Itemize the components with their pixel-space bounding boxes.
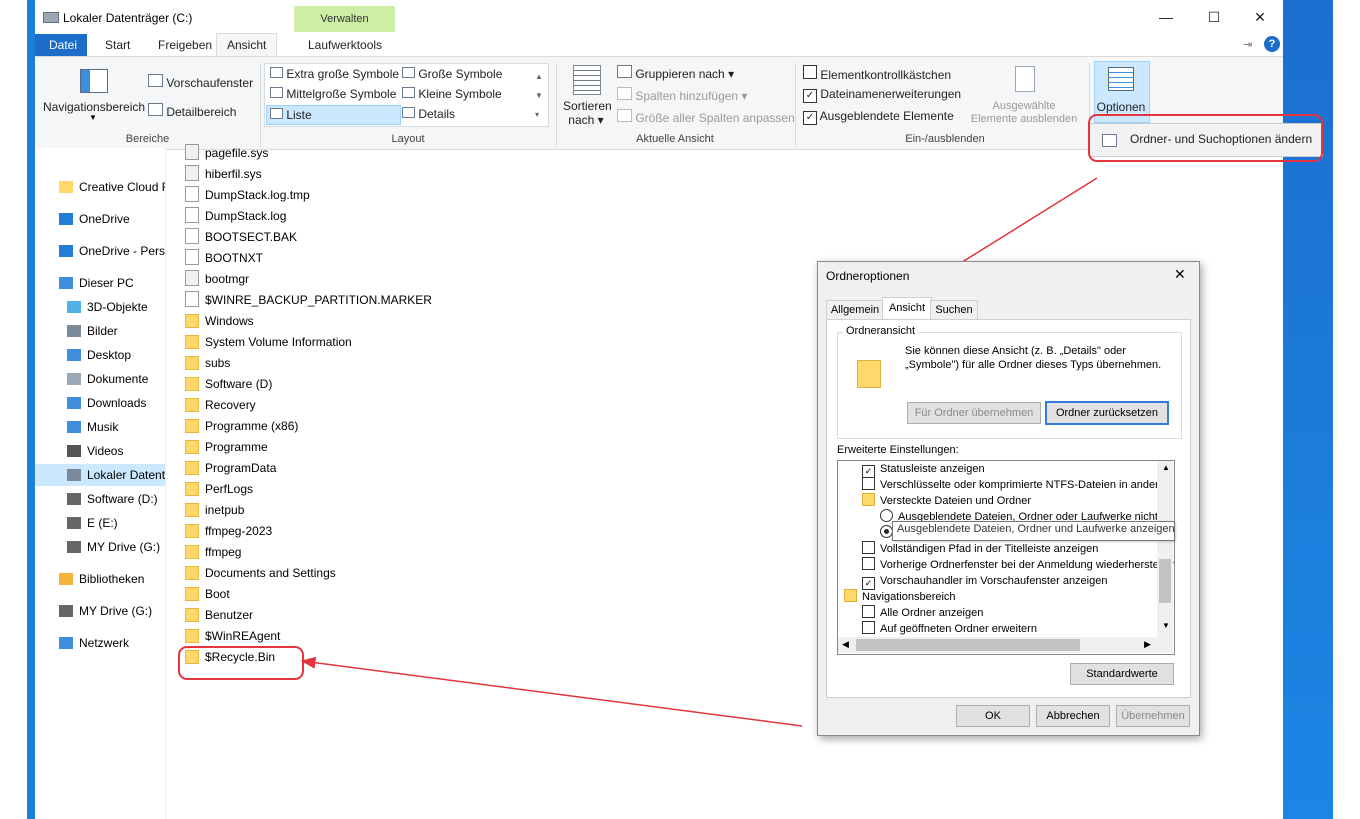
navigation-pane-icon <box>844 589 857 602</box>
folder-icon <box>862 493 875 506</box>
advanced-settings-label: Erweiterte Einstellungen: <box>837 444 959 456</box>
scroll-down-icon[interactable]: ▼ <box>1162 621 1170 630</box>
advanced-settings-list: ✓ Statusleiste anzeigen Verschlüsselte ode… <box>837 460 1175 655</box>
scroll-right-icon[interactable]: ▶ <box>1144 639 1151 650</box>
desktop-background-left <box>27 0 35 819</box>
folder-view-label: Ordneransicht <box>843 325 919 337</box>
apply-button[interactable]: Übernehmen <box>1116 705 1190 727</box>
setting-row[interactable]: Versteckte Dateien und Ordner <box>862 493 1031 509</box>
dialog-tab-ansicht[interactable]: Ansicht <box>882 297 932 320</box>
setting-checkbox[interactable] <box>862 557 875 570</box>
setting-tooltip-text: Ausgeblendete Dateien, Ordner und Laufwe… <box>897 523 1175 535</box>
dialog-tab-suchen[interactable]: Suchen <box>930 300 978 320</box>
setting-label: Vorherige Ordnerfenster bei der Anmeldun… <box>880 559 1175 571</box>
setting-label: Vollständigen Pfad in der Titelleiste an… <box>880 543 1099 555</box>
reset-folders-button[interactable]: Ordner zurücksetzen <box>1045 401 1169 425</box>
setting-checkbox[interactable] <box>862 605 875 618</box>
setting-checkbox[interactable] <box>862 621 875 634</box>
dialog-tab-panel: Ordneransicht Sie können diese Ansicht (… <box>826 319 1191 698</box>
scroll-thumb[interactable] <box>1159 559 1171 603</box>
setting-label: Vorschauhandler im Vorschaufenster anzei… <box>880 575 1108 587</box>
folder-options-dialog: Ordneroptionen ✕ Allgemein Ansicht Suche… <box>817 261 1200 736</box>
setting-row[interactable]: Verschlüsselte oder komprimierte NTFS-Da… <box>862 477 1169 493</box>
setting-row[interactable]: Navigationsbereich <box>844 589 956 605</box>
setting-label: Verschlüsselte oder komprimierte NTFS-Da… <box>880 479 1169 491</box>
apply-to-folders-button[interactable]: Für Ordner übernehmen <box>907 402 1041 424</box>
arrow-to-recycle-bin <box>300 656 803 727</box>
dialog-tab-allgemein[interactable]: Allgemein <box>826 300 884 320</box>
setting-label: Navigationsbereich <box>862 591 956 603</box>
setting-row[interactable]: ✓ Statusleiste anzeigen <box>862 461 985 478</box>
setting-row[interactable]: Auf geöffneten Ordner erweitern <box>862 621 1037 637</box>
setting-label: Auf geöffneten Ordner erweitern <box>880 623 1037 635</box>
hscroll-thumb[interactable] <box>856 639 1080 651</box>
scroll-left-icon[interactable]: ◀ <box>842 639 849 650</box>
setting-label: Statusleiste anzeigen <box>880 463 985 475</box>
setting-row[interactable]: Vollständigen Pfad in der Titelleiste an… <box>862 541 1098 557</box>
setting-label: Versteckte Dateien und Ordner <box>880 495 1032 507</box>
vertical-scrollbar[interactable]: ▲ ▼ <box>1157 461 1173 637</box>
setting-checkbox[interactable] <box>862 541 875 554</box>
cancel-button[interactable]: Abbrechen <box>1036 705 1110 727</box>
restore-defaults-button[interactable]: Standardwerte <box>1070 663 1174 685</box>
setting-row[interactable]: Vorherige Ordnerfenster bei der Anmeldun… <box>862 557 1175 573</box>
setting-row[interactable]: ✓ Vorschauhandler im Vorschaufenster anze… <box>862 573 1108 590</box>
folder-view-description: Sie können diese Ansicht (z. B. „Details… <box>905 345 1162 371</box>
horizontal-scrollbar[interactable]: ◀ ▶ <box>838 637 1173 653</box>
setting-row[interactable]: Alle Ordner anzeigen <box>862 605 983 621</box>
ok-button[interactable]: OK <box>956 705 1030 727</box>
setting-label: Alle Ordner anzeigen <box>880 607 984 619</box>
setting-checkbox[interactable] <box>862 477 875 490</box>
scroll-up-icon[interactable]: ▲ <box>1162 463 1170 472</box>
folder-view-icon <box>857 360 881 388</box>
